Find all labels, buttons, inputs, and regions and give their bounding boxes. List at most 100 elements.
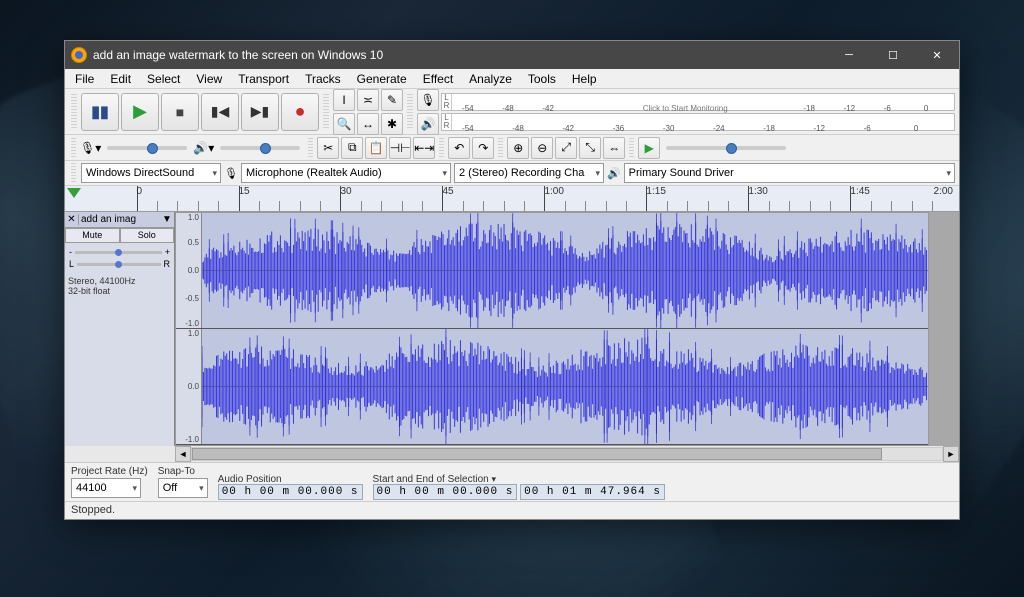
grip[interactable] xyxy=(71,163,76,183)
rec-meter-mic-icon[interactable]: 🎙 xyxy=(417,89,439,111)
grip[interactable] xyxy=(323,94,329,130)
meter-tick: -30 xyxy=(663,124,675,133)
meter-tick: 0 xyxy=(914,124,918,133)
project-rate-combo[interactable]: 44100 xyxy=(71,478,141,498)
timeline-label: 1:30 xyxy=(748,186,767,197)
scroll-left-button[interactable]: ◄ xyxy=(175,446,191,462)
fit-selection-icon[interactable]: ⤢ xyxy=(555,137,577,159)
meter-tick: -18 xyxy=(803,104,815,113)
playback-meter[interactable]: LR -54 -48 -42 -36 -30 -24 -18 -12 -6 0 xyxy=(441,113,955,131)
recording-meter[interactable]: LR -54 -48 -42 Click to Start Monitoring… xyxy=(441,93,955,111)
meter-tick: -12 xyxy=(813,124,825,133)
meter-tick: 0 xyxy=(924,104,928,113)
menu-help[interactable]: Help xyxy=(564,70,605,88)
grip[interactable] xyxy=(71,138,76,158)
playhead-icon[interactable] xyxy=(67,188,81,198)
grip[interactable] xyxy=(498,138,503,158)
menu-select[interactable]: Select xyxy=(139,70,188,88)
meter-tick: -6 xyxy=(884,104,891,113)
status-text: Stopped. xyxy=(71,504,115,516)
audio-position-field[interactable]: 00 h 00 m 00.000 s xyxy=(218,484,363,500)
menu-analyze[interactable]: Analyze xyxy=(461,70,520,88)
timeshift-tool-icon[interactable]: ↔ xyxy=(357,113,379,135)
menu-file[interactable]: File xyxy=(67,70,102,88)
menu-transport[interactable]: Transport xyxy=(230,70,297,88)
snap-to-combo[interactable]: Off xyxy=(158,478,208,498)
mute-button[interactable]: Mute xyxy=(65,228,120,243)
zoom-toggle-icon[interactable]: ⇔ xyxy=(603,137,625,159)
timeline-label: 30 xyxy=(340,186,351,197)
recording-channels-combo[interactable]: 2 (Stereo) Recording Cha xyxy=(454,163,604,183)
recording-device-combo[interactable]: Microphone (Realtek Audio) xyxy=(241,163,451,183)
grip[interactable] xyxy=(407,94,413,130)
meter-tick: -42 xyxy=(542,104,554,113)
timeline-label: 1:15 xyxy=(646,186,665,197)
envelope-tool-icon[interactable]: ≍ xyxy=(357,89,379,111)
redo-icon[interactable]: ↷ xyxy=(472,137,494,159)
menu-effect[interactable]: Effect xyxy=(415,70,461,88)
solo-button[interactable]: Solo xyxy=(120,228,175,243)
recording-volume-slider[interactable] xyxy=(107,146,187,150)
menu-tools[interactable]: Tools xyxy=(520,70,564,88)
play-button[interactable]: ▶ xyxy=(121,93,159,131)
maximize-button[interactable]: ☐ xyxy=(871,41,915,69)
zoom-in-icon[interactable]: ⊕ xyxy=(507,137,529,159)
zoom-tool-icon[interactable]: 🔍 xyxy=(333,113,355,135)
silence-icon[interactable]: ⇤⇥ xyxy=(413,137,435,159)
scroll-thumb[interactable] xyxy=(192,448,882,460)
selection-start-field[interactable]: 00 h 00 m 00.000 s xyxy=(373,484,518,500)
waveform-left-channel[interactable]: 1.0 0.5 0.0 -0.5 -1.0 xyxy=(176,213,928,329)
grip[interactable] xyxy=(71,94,77,130)
track-close-button[interactable]: ✕ xyxy=(65,214,79,225)
gain-slider[interactable] xyxy=(75,251,162,254)
minimize-button[interactable]: ─ xyxy=(827,41,871,69)
pan-slider[interactable] xyxy=(77,263,160,266)
menu-generate[interactable]: Generate xyxy=(349,70,415,88)
zoom-out-icon[interactable]: ⊖ xyxy=(531,137,553,159)
speaker-icon: 🔊 xyxy=(607,167,621,180)
menu-edit[interactable]: Edit xyxy=(102,70,139,88)
multi-tool-icon[interactable]: ✱ xyxy=(381,113,403,135)
playback-volume-slider[interactable] xyxy=(220,146,300,150)
app-window: add an image watermark to the screen on … xyxy=(64,40,960,520)
pause-button[interactable]: ▮▮ xyxy=(81,93,119,131)
skip-end-button[interactable]: ▶▮ xyxy=(241,93,279,131)
grip[interactable] xyxy=(308,138,313,158)
horizontal-scrollbar[interactable]: ◄ ► xyxy=(65,446,959,462)
play-meter-spk-icon[interactable]: 🔊 xyxy=(417,113,439,135)
selection-end-field[interactable]: 00 h 01 m 47.964 s xyxy=(520,484,665,500)
record-button[interactable]: ● xyxy=(281,93,319,131)
track-name[interactable]: add an imag xyxy=(79,214,160,225)
menu-view[interactable]: View xyxy=(188,70,230,88)
stop-button[interactable]: ■ xyxy=(161,93,199,131)
meter-tick: -48 xyxy=(502,104,514,113)
playback-device-combo[interactable]: Primary Sound Driver xyxy=(624,163,955,183)
grip[interactable] xyxy=(439,138,444,158)
cut-icon[interactable]: ✂ xyxy=(317,137,339,159)
close-button[interactable]: ✕ xyxy=(915,41,959,69)
copy-icon[interactable]: ⧉ xyxy=(341,137,363,159)
fit-project-icon[interactable]: ⤡ xyxy=(579,137,601,159)
trim-icon[interactable]: ⊣⊢ xyxy=(389,137,411,159)
grip[interactable] xyxy=(629,138,634,158)
waveform-right-channel[interactable]: 1.0 0.0 -1.0 xyxy=(176,329,928,445)
timeline-ruler[interactable]: 01530451:001:151:301:45 2:00 xyxy=(65,186,959,212)
timeline-label: 15 xyxy=(239,186,250,197)
play-speed-slider[interactable] xyxy=(666,146,786,150)
skip-start-button[interactable]: ▮◀ xyxy=(201,93,239,131)
play-at-speed-button[interactable]: ▶ xyxy=(638,137,660,159)
audio-host-combo[interactable]: Windows DirectSound xyxy=(81,163,221,183)
scroll-right-button[interactable]: ► xyxy=(943,446,959,462)
selection-toolbar: Project Rate (Hz) 44100 Snap-To Off Audi… xyxy=(65,462,959,501)
paste-icon[interactable]: 📋 xyxy=(365,137,387,159)
menu-tracks[interactable]: Tracks xyxy=(297,70,349,88)
draw-tool-icon[interactable]: ✎ xyxy=(381,89,403,111)
track-menu-button[interactable]: ▼ xyxy=(160,214,174,225)
titlebar[interactable]: add an image watermark to the screen on … xyxy=(65,41,959,69)
status-bar: Stopped. xyxy=(65,501,959,519)
undo-icon[interactable]: ↶ xyxy=(448,137,470,159)
selection-tool-icon[interactable]: I xyxy=(333,89,355,111)
timeline-end-label: 2:00 xyxy=(934,186,953,197)
meter-tick: -6 xyxy=(864,124,871,133)
waveform-area[interactable]: 1.0 0.5 0.0 -0.5 -1.0 1.0 0.0 -1.0 xyxy=(175,212,929,446)
